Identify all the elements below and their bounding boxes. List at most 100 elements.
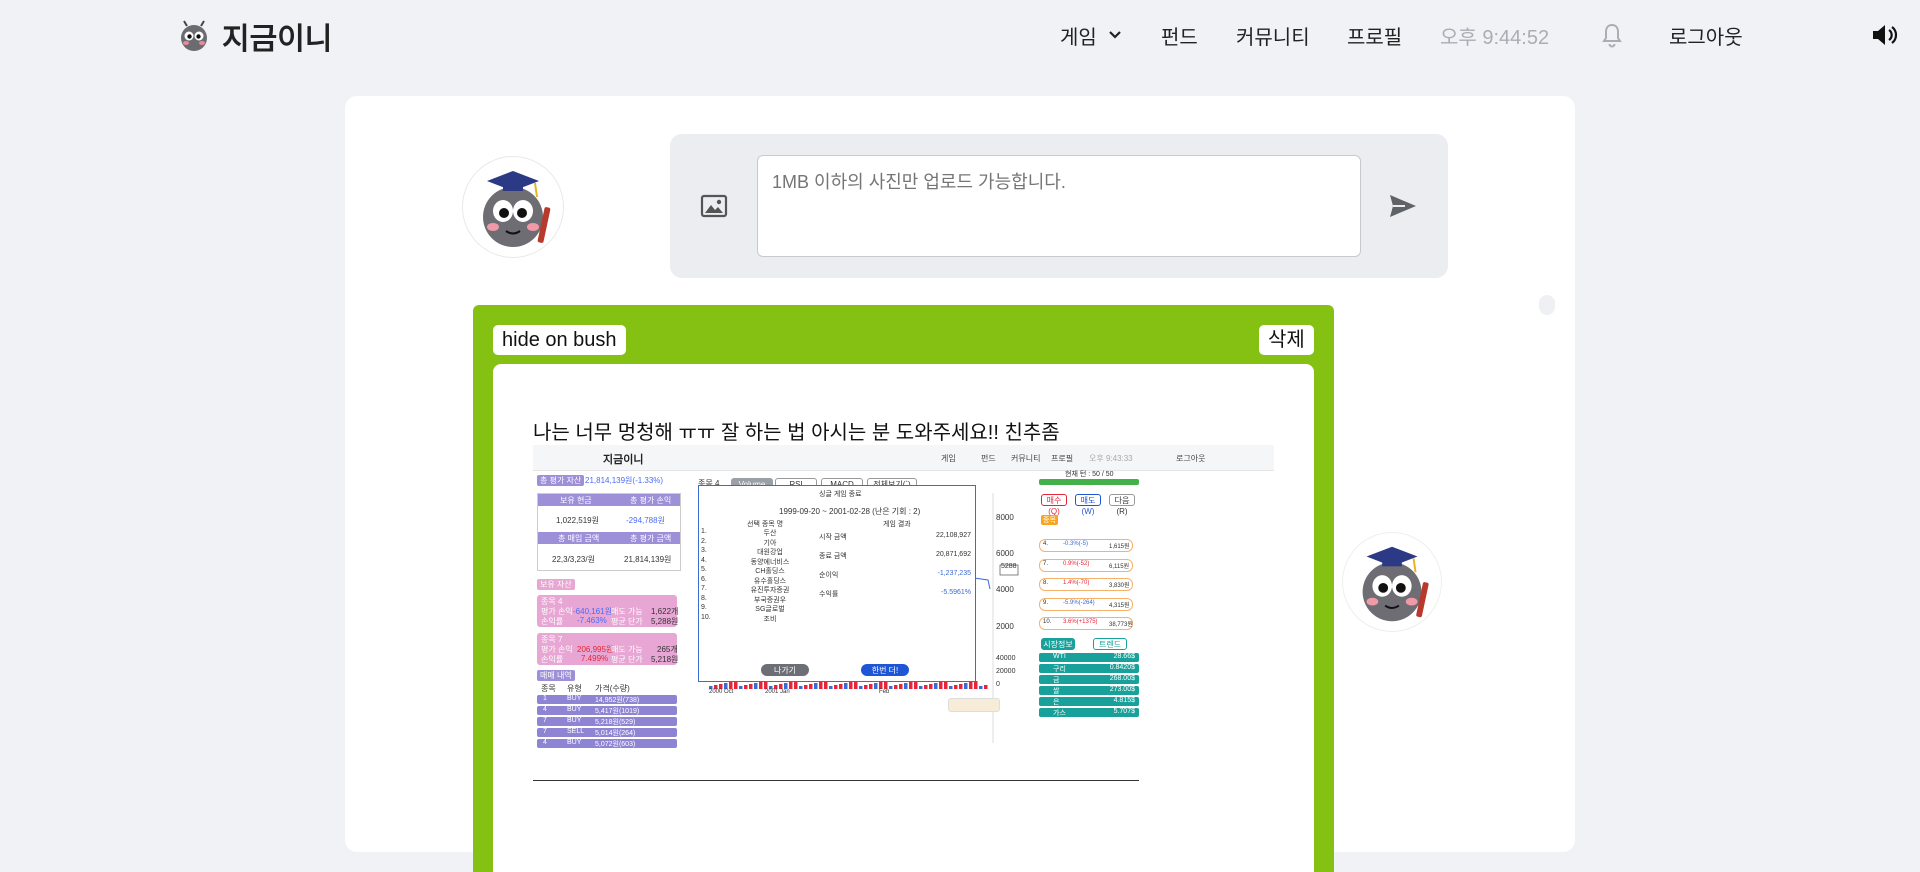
mini-volume-bar — [854, 681, 858, 689]
mini-modal-stock-index: 4. — [701, 556, 707, 564]
mini-volume-bar — [734, 681, 738, 689]
post-author[interactable]: hide on bush — [493, 325, 626, 355]
mini-stock-change: 1.4%(-70) — [1063, 580, 1090, 586]
mini-trade-col-price: 가격(수량) — [595, 684, 630, 693]
mini-stock7-rate-label: 손익률 — [541, 655, 564, 664]
mini-modal-stock-index: 3. — [701, 547, 707, 554]
mini-turn-label: 현재 턴 : 50 / 50 — [1065, 471, 1114, 478]
ant-graduate-avatar-icon — [483, 171, 551, 247]
image-upload-button[interactable] — [700, 193, 728, 224]
nav-game[interactable]: 게임 — [1060, 20, 1125, 50]
mini-modal-result-value: 22,108,927 — [935, 532, 971, 539]
nav-community[interactable]: 커뮤니티 — [1236, 20, 1310, 50]
mini-trade-type: BUY — [567, 717, 582, 724]
mini-volume-bar — [844, 683, 848, 689]
logout-button[interactable]: 로그아웃 — [1669, 20, 1743, 50]
mini-trade-price: 5,072원(603) — [595, 741, 636, 748]
mini-volume-bar — [739, 686, 743, 689]
mini-sell-button: 매도(W) — [1075, 494, 1101, 516]
mini-scroll-handle — [948, 698, 1000, 712]
mini-trade-stock: 7 — [543, 717, 547, 724]
mini-stock-index: 10. — [1043, 619, 1052, 625]
mini-modal-stock-name: 기아 — [763, 539, 777, 547]
mini-volume-bar — [899, 684, 903, 689]
mini-stock-change: -5.9%(-264) — [1063, 599, 1095, 606]
mini-trade-col-stock: 종목 — [541, 684, 556, 693]
send-icon — [1390, 195, 1416, 217]
mini-stock-price: 1,615원 — [1109, 544, 1130, 550]
mini-next-button: 다음(R) — [1109, 494, 1135, 516]
mini-volume-bar — [729, 682, 733, 689]
user-avatar[interactable] — [462, 156, 564, 258]
mini-ytick-4000: 4000 — [996, 585, 1014, 594]
post-input[interactable] — [757, 155, 1361, 257]
delete-button[interactable]: 삭제 — [1259, 325, 1314, 355]
mini-clock: 오후 9:43:33 — [1089, 454, 1133, 463]
mini-total-assets-label: 총 평가 자산 — [537, 475, 585, 486]
nav-fund[interactable]: 펀드 — [1161, 20, 1198, 50]
ant-graduate-avatar-icon — [1362, 546, 1429, 622]
mini-stock-index: 7. — [1043, 560, 1049, 567]
mini-market-key: 구리 — [1053, 666, 1066, 673]
post-title: 나는 너무 멍청해 ㅠㅠ 잘 하는 법 아시는 분 도와주세요!! 친추좀 — [533, 422, 1060, 444]
mini-stock4-avg-label: 평균 단가 — [611, 617, 643, 626]
mini-volume-bar — [969, 682, 973, 689]
mini-xtick-2: Feb — [879, 689, 890, 695]
mini-trade-price: 5,417원(1019) — [595, 708, 640, 715]
sound-toggle[interactable] — [1870, 20, 1898, 50]
attached-screenshot[interactable]: 지금이니 게임 펀드 커뮤니티 프로필 오후 9:43:33 로그아웃 총 평가… — [533, 445, 1274, 785]
mini-volume-bar — [954, 685, 958, 689]
mini-volume-bar — [789, 682, 793, 689]
mini-modal-result-value: 20,871,692 — [935, 551, 971, 558]
mini-modal-stock-index: 1. — [701, 528, 707, 535]
scrollbar-thumb[interactable] — [1539, 295, 1555, 315]
mini-ytick-2000: 2000 — [996, 622, 1014, 631]
mini-nav-fund: 펀드 — [981, 454, 996, 463]
mini-v2: -294,788원 — [626, 516, 665, 525]
mini-trade-price: 14,952원(738) — [595, 697, 640, 704]
mini-stock-index: 8. — [1043, 580, 1049, 586]
mini-volume-bar — [804, 685, 808, 689]
notification-button[interactable] — [1600, 20, 1624, 50]
mini-voltick-20000: 20000 — [996, 668, 1016, 675]
mini-modal-stock-name: 부국증권우 — [753, 596, 787, 604]
mini-market-key: 은 — [1053, 699, 1060, 706]
mini-trade-price: 5,218원(529) — [595, 719, 636, 726]
mini-volume-bar — [849, 682, 853, 689]
mini-volume-bar — [944, 681, 948, 689]
mini-h3: 총 매입 금액 — [558, 534, 600, 543]
mini-stock7-avg-label: 평균 단가 — [611, 655, 643, 664]
mini-trade-type: SELL — [567, 728, 585, 735]
mini-volume-bar — [744, 685, 748, 689]
send-button[interactable] — [1388, 193, 1418, 224]
mini-trade-type: BUY — [567, 739, 582, 746]
mini-stock-index: 9. — [1043, 599, 1049, 606]
mini-held-stocks-label: 보유 자산 — [537, 579, 575, 590]
mini-trade-stock: 1 — [543, 695, 547, 702]
mini-volume-bar — [749, 684, 753, 689]
mini-stock4-avg: 5,288원 — [651, 617, 679, 626]
mini-volume-bar — [884, 681, 888, 689]
logo[interactable]: 지금이니 — [176, 14, 332, 58]
mini-market-value: 273.00$ — [1109, 686, 1135, 693]
mini-modal-result-key: 종료 금액 — [819, 553, 847, 560]
mini-volume-bar — [834, 685, 838, 689]
mini-nav-logout: 로그아웃 — [1176, 454, 1206, 463]
mini-volume-bar — [819, 682, 823, 689]
mini-volume-bar — [799, 686, 803, 689]
mini-v4: 21,814,139원 — [624, 555, 672, 564]
mini-volume-bar — [919, 686, 923, 689]
clock: 오후 9:44:52 — [1440, 26, 1550, 49]
mini-modal-result-key: 수익률 — [819, 591, 839, 598]
mini-trade-history-label: 매매 내역 — [537, 670, 575, 681]
mini-trade-price: 5,014원(264) — [595, 730, 636, 737]
nav-profile[interactable]: 프로필 — [1347, 20, 1402, 50]
ant-logo-icon — [181, 20, 207, 51]
mini-buy-button: 매수(Q) — [1041, 494, 1067, 516]
commenter-avatar[interactable] — [1342, 532, 1442, 632]
mini-modal-stock-name: 유진투자증권 — [750, 587, 790, 594]
mini-stock4-rate: -7.463% — [577, 616, 607, 625]
image-icon — [700, 194, 728, 218]
mini-modal-stock-name: CH홀딩스 — [755, 568, 785, 575]
mini-voltick-40000: 40000 — [996, 655, 1016, 662]
